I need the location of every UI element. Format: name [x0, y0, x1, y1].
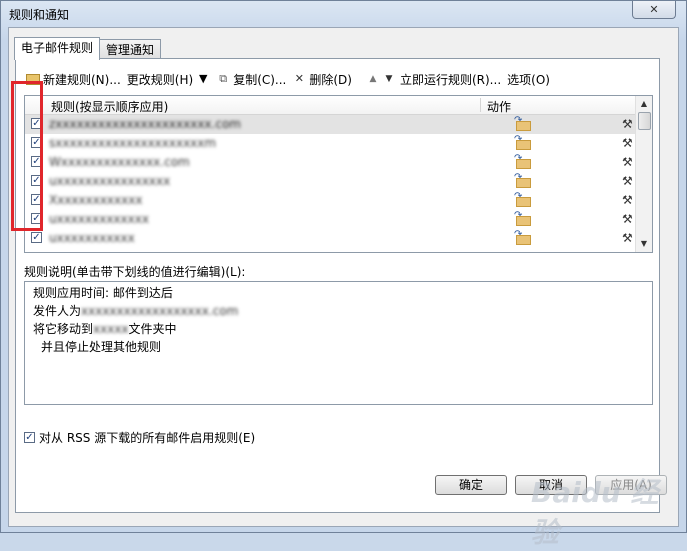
rule-name: Wxxxxxxxxxxxxxx.com — [49, 155, 190, 169]
options-label: 选项(O) — [507, 72, 550, 87]
rule-enabled-checkbox[interactable]: ✓ — [31, 175, 42, 186]
move-prefix: 将它移动到 — [33, 322, 94, 336]
description-line-apply-time: 规则应用时间: 邮件到达后 — [33, 286, 173, 300]
options-button[interactable]: 选项(O) — [505, 69, 552, 89]
scroll-down-icon[interactable]: ▼ — [636, 236, 652, 252]
sender-prefix: 发件人为 — [33, 304, 82, 318]
rule-name: Xxxxxxxxxxxxx — [49, 193, 143, 207]
dropdown-arrow-icon: ▼ — [198, 72, 208, 85]
rss-label: 对从 RSS 源下载的所有邮件启用规则(E) — [39, 431, 256, 445]
new-rule-button[interactable]: 新建规则(N)... — [24, 69, 123, 89]
rule-tools-icon: ⚒ — [622, 136, 633, 150]
rule-enabled-checkbox[interactable]: ✓ — [31, 232, 42, 243]
column-header-action[interactable]: 动作 — [480, 98, 511, 114]
rule-tools-icon: ⚒ — [622, 117, 633, 131]
rule-row[interactable]: ✓ uxxxxxxxxxxx ↷ ⚒ — [25, 229, 637, 248]
move-to-folder-icon: ↷ — [514, 153, 531, 169]
copy-label: 复制(C)... — [233, 72, 287, 87]
close-button[interactable]: ✕ — [632, 1, 676, 19]
rule-enabled-checkbox[interactable]: ✓ — [31, 213, 42, 224]
rules-and-alerts-dialog: 规则和通知 ✕ 电子邮件规则 管理通知 新建规则(N)... 更改规则(H) ▼… — [0, 0, 687, 549]
move-down-button[interactable]: ▼ — [382, 69, 396, 89]
column-header-rule[interactable]: 规则(按显示顺序应用) — [51, 98, 168, 115]
rss-checkbox[interactable]: ✓ — [24, 432, 35, 443]
rules-rows: ✓ zxxxxxxxxxxxxxxxxxxxxxx.com ↷ ⚒ ✓ sxxxxxxxx… — [25, 115, 637, 248]
description-line-move: 将它移动到xxxxx文件夹中 — [33, 320, 644, 338]
rule-name: uxxxxxxxxxxxxxxxx — [49, 174, 171, 188]
folder-value-link[interactable]: xxxxx — [93, 322, 129, 336]
copy-icon: ⧉ — [219, 72, 228, 85]
rules-list-scrollbar[interactable]: ▲ ▼ — [635, 96, 652, 252]
rule-name: zxxxxxxxxxxxxxxxxxxxxxx.com — [49, 117, 241, 131]
move-suffix: 文件夹中 — [128, 322, 177, 336]
move-up-button[interactable]: ▲ — [366, 69, 380, 89]
change-rule-label: 更改规则(H) — [126, 72, 194, 87]
rules-list-header: 规则(按显示顺序应用) 动作 — [25, 96, 637, 115]
rule-tools-icon: ⚒ — [622, 231, 633, 245]
rule-enabled-checkbox[interactable]: ✓ — [31, 137, 42, 148]
rule-row[interactable]: ✓ zxxxxxxxxxxxxxxxxxxxxxx.com ↷ ⚒ — [25, 115, 637, 134]
email-rules-panel: 新建规则(N)... 更改规则(H) ▼ ⧉ 复制(C)... ✕ 删除(D) … — [15, 58, 660, 513]
rule-row[interactable]: ✓ Xxxxxxxxxxxxx ↷ ⚒ — [25, 191, 637, 210]
copy-rule-button[interactable]: ⧉ 复制(C)... — [214, 69, 288, 89]
move-to-folder-icon: ↷ — [514, 115, 531, 131]
tab-manage-alerts[interactable]: 管理通知 — [99, 39, 162, 60]
move-to-folder-icon: ↷ — [514, 191, 531, 207]
arrow-up-icon: ▲ — [369, 74, 377, 84]
run-rules-now-label: 立即运行规则(R)... — [399, 72, 502, 87]
baidu-watermark: Baidu 经验 — [531, 476, 659, 549]
run-rules-now-button[interactable]: 立即运行规则(R)... — [398, 69, 503, 89]
delete-rule-button[interactable]: ✕ 删除(D) — [290, 69, 354, 89]
delete-icon: ✕ — [294, 72, 304, 85]
rule-row[interactable]: ✓ uxxxxxxxxxxxxx ↷ ⚒ — [25, 210, 637, 229]
sender-value-link[interactable]: xxxxxxxxxxxxxxxxxx.com — [81, 304, 238, 318]
ok-button[interactable]: 确定 — [435, 475, 507, 495]
rule-name: sxxxxxxxxxxxxxxxxxxxxxm — [49, 136, 217, 150]
tab-strip: 电子邮件规则 管理通知 — [14, 37, 162, 60]
rule-tools-icon: ⚒ — [622, 174, 633, 188]
rule-name: uxxxxxxxxxxxxx — [49, 212, 149, 226]
rss-rules-option[interactable]: ✓ 对从 RSS 源下载的所有邮件启用规则(E) — [24, 429, 255, 446]
window-title: 规则和通知 — [9, 8, 70, 22]
move-to-folder-icon: ↷ — [514, 134, 531, 150]
description-line-stop: 并且停止处理其他规则 — [41, 340, 162, 354]
rule-row[interactable]: ✓ uxxxxxxxxxxxxxxxx ↷ ⚒ — [25, 172, 637, 191]
arrow-down-icon: ▼ — [385, 74, 393, 84]
change-rule-button[interactable]: 更改规则(H) ▼ — [125, 69, 212, 89]
rule-tools-icon: ⚒ — [622, 193, 633, 207]
description-line-sender: 发件人为xxxxxxxxxxxxxxxxxx.com — [33, 302, 644, 320]
rule-row[interactable]: ✓ Wxxxxxxxxxxxxxx.com ↷ ⚒ — [25, 153, 637, 172]
rule-tools-icon: ⚒ — [622, 212, 633, 226]
rule-enabled-checkbox[interactable]: ✓ — [31, 194, 42, 205]
rules-toolbar: 新建规则(N)... 更改规则(H) ▼ ⧉ 复制(C)... ✕ 删除(D) … — [24, 69, 552, 89]
rule-description-box: 规则应用时间: 邮件到达后 发件人为xxxxxxxxxxxxxxxxxx.com… — [24, 281, 653, 405]
title-bar: 规则和通知 ✕ — [1, 1, 686, 27]
rules-list: 规则(按显示顺序应用) 动作 ✓ zxxxxxxxxxxxxxxxxxxxxxx.… — [24, 95, 653, 253]
rule-description-label: 规则说明(单击带下划线的值进行编辑)(L): — [24, 265, 246, 279]
close-icon: ✕ — [649, 3, 659, 16]
dialog-client-area: 电子邮件规则 管理通知 新建规则(N)... 更改规则(H) ▼ ⧉ 复制(C)… — [8, 27, 679, 527]
delete-label: 删除(D) — [309, 72, 352, 87]
tab-email-rules[interactable]: 电子邮件规则 — [14, 37, 101, 60]
move-to-folder-icon: ↷ — [514, 210, 531, 226]
new-rule-icon — [26, 73, 40, 85]
rule-name: uxxxxxxxxxxx — [49, 231, 135, 245]
rule-tools-icon: ⚒ — [622, 155, 633, 169]
rule-enabled-checkbox[interactable]: ✓ — [31, 118, 42, 129]
move-to-folder-icon: ↷ — [514, 172, 531, 188]
scroll-thumb[interactable] — [638, 112, 651, 130]
rule-enabled-checkbox[interactable]: ✓ — [31, 156, 42, 167]
scroll-up-icon[interactable]: ▲ — [636, 96, 652, 112]
new-rule-label: 新建规则(N)... — [43, 72, 121, 87]
move-to-folder-icon: ↷ — [514, 229, 531, 245]
rule-row[interactable]: ✓ sxxxxxxxxxxxxxxxxxxxxxm ↷ ⚒ — [25, 134, 637, 153]
